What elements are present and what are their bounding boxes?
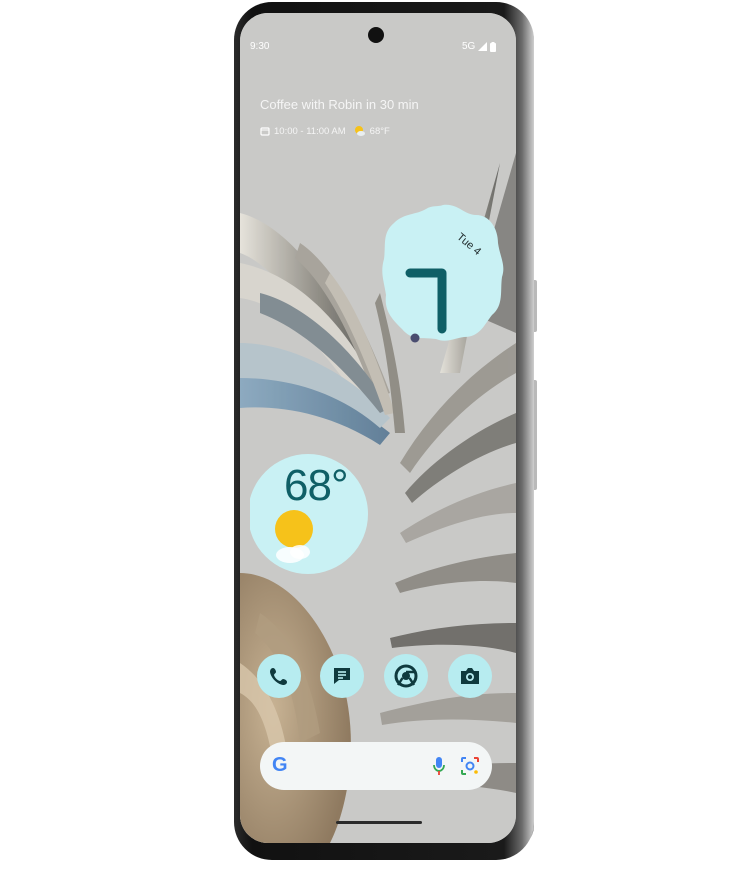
network-type: 5G [462, 41, 476, 52]
messages-icon [334, 668, 350, 684]
weather-widget[interactable]: 68° [250, 419, 370, 577]
dock-phone[interactable] [257, 654, 301, 698]
clock-widget[interactable]: Tue 4 [380, 201, 506, 343]
battery-icon [490, 41, 497, 52]
partly-sunny-icon [354, 126, 365, 136]
calendar-icon [260, 127, 270, 136]
front-camera [368, 27, 384, 43]
status-icons: 5G [462, 41, 497, 52]
status-time: 9:30 [250, 41, 270, 52]
home-screen: 9:30 5G Coffee with Robin in 30 min 10:0… [240, 13, 516, 843]
dock-camera[interactable] [448, 654, 492, 698]
sun-cloud-icon [275, 510, 313, 563]
lens-icon[interactable] [460, 756, 480, 776]
clock-widget-shape [382, 204, 504, 343]
google-logo: G [272, 754, 288, 776]
glance-temperature: 68°F [369, 125, 390, 137]
at-a-glance-details[interactable]: 10:00 - 11:00 AM 68°F [260, 125, 390, 137]
chrome-icon [394, 664, 418, 688]
dock-messages[interactable] [320, 654, 364, 698]
home-indicator[interactable] [336, 821, 422, 824]
camera-icon [461, 668, 479, 684]
google-search-bar[interactable]: G [260, 742, 492, 790]
weather-temperature: 68° [284, 461, 349, 510]
at-a-glance-event[interactable]: Coffee with Robin in 30 min [260, 97, 419, 112]
phone-icon [270, 668, 287, 685]
mic-icon[interactable] [432, 756, 446, 776]
signal-icon [478, 42, 488, 51]
event-time: 10:00 - 11:00 AM [274, 125, 346, 137]
dock-chrome[interactable] [384, 654, 428, 698]
